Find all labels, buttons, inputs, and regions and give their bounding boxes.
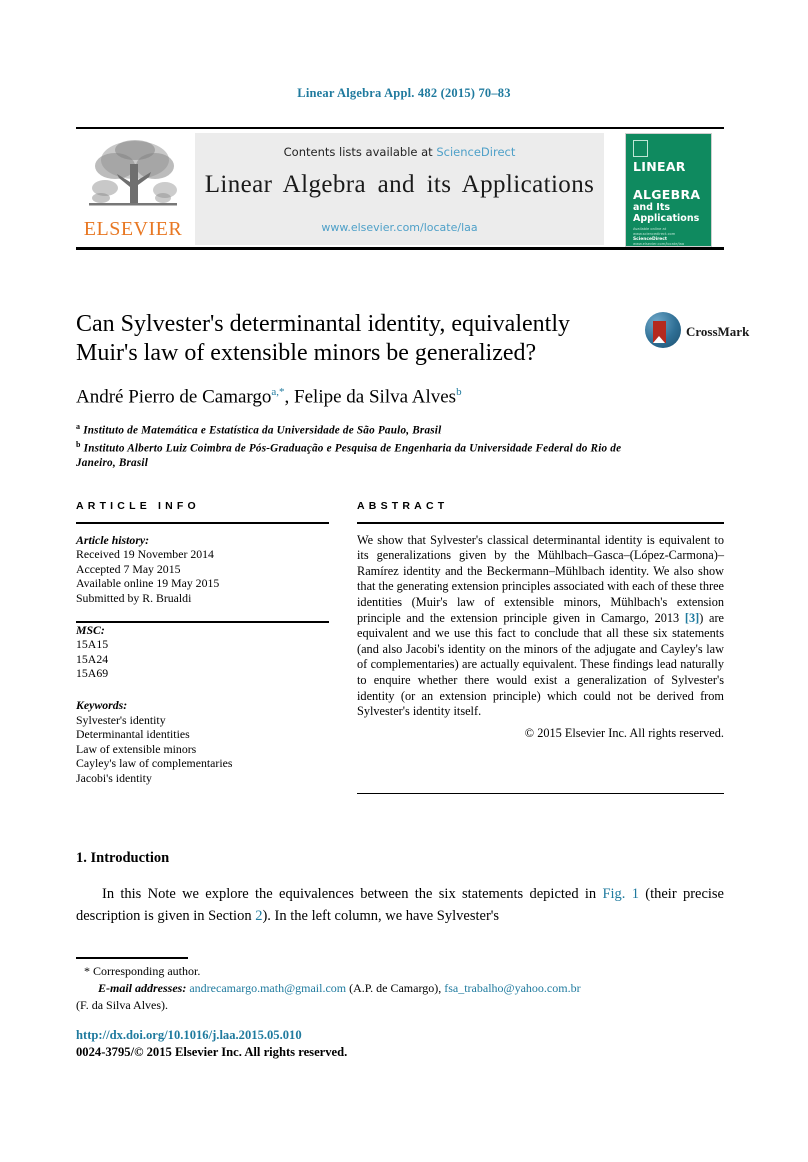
msc-code-1: 15A15 [76,637,109,652]
cover-title-line1: LINEAR [633,159,686,174]
msc-code-2: 15A24 [76,651,109,666]
email-addresses-note: E-mail addresses: andrecamargo.math@gmai… [76,980,724,997]
crossmark-circle-icon [645,312,681,348]
history-available-online: Available online 19 May 2015 [76,576,220,591]
cover-emblem-icon [633,140,648,157]
journal-title: Linear Algebra and its Applications [204,171,595,198]
contents-prefix: Contents lists available at [283,145,433,159]
corresponding-author-note: * Corresponding author. [84,964,201,978]
email-1-owner: (A.P. de Camargo), [346,981,445,995]
history-submitted-by: Submitted by R. Brualdi [76,590,192,605]
abstract-copyright: © 2015 Elsevier Inc. All rights reserved… [524,725,724,740]
running-head: Linear Algebra Appl. 482 (2015) 70–83 [297,86,511,100]
intro-part-3: ). In the left column, we have Sylvester… [262,907,500,924]
abstract-text: We show that Sylvester's classical deter… [357,533,724,742]
issn-copyright-line: 0024-3795/© 2015 Elsevier Inc. All right… [76,1045,348,1059]
keywords-label: Keywords: [76,697,128,712]
intro-part-1: In this Note we explore the equivalences… [102,886,603,902]
article-info-rule [76,522,329,524]
abstract-part-1: We show that Sylvester's classical deter… [357,532,724,625]
elsevier-tree-icon [81,136,185,218]
masthead-bottom-rule [76,247,724,250]
author-2-marks[interactable]: b [456,386,462,398]
journal-homepage-link[interactable]: www.elsevier.com/locate/laa [195,221,604,234]
abstract-heading: ABSTRACT [357,500,449,512]
abstract-rule [357,522,724,524]
author-name-2: Felipe da Silva Alves [294,386,457,408]
abstract-citation-link[interactable]: [3] [685,611,699,625]
affiliation-b-mark: b [76,440,81,450]
msc-block: MSC: 15A15 15A24 15A69 [76,623,329,681]
article-info-heading: ARTICLE INFO [76,500,200,512]
keywords-block: Keywords: Sylvester's identity Determina… [76,698,329,786]
intro-paragraph-text: In this Note we explore the equivalences… [76,884,724,927]
article-history-label: Article history: [76,532,150,547]
introduction-paragraph: In this Note we explore the equivalences… [76,884,724,927]
affiliations: a Instituto de Matemática e Estatística … [76,420,636,471]
contents-panel: Contents lists available at ScienceDirec… [195,133,604,245]
keyword-2: Determinantal identities [76,727,190,742]
email-2-owner: (F. da Silva Alves). [76,998,169,1012]
author-list: André Pierro de Camargoa,*, Felipe da Si… [76,386,676,408]
cover-title-line2: ALGEBRA [633,187,701,202]
elsevier-wordmark: ELSEVIER [83,218,183,240]
sciencedirect-link[interactable]: ScienceDirect [436,145,515,159]
crossmark-book-icon [653,321,666,343]
title-line-1: Can Sylvester's determinantal identity, … [76,311,570,337]
cover-footer: Available online at www.sciencedirect.co… [633,227,705,246]
paper-page: Linear Algebra Appl. 482 (2015) 70–83 EL… [0,0,808,1162]
crossmark-badge[interactable]: CrossMark [645,310,749,350]
masthead-top-rule [76,127,724,129]
cover-title-line3: and Its Applications [633,202,700,224]
author-name-1: André Pierro de Camargo [76,386,272,408]
article-info-column: ARTICLE INFO Article history: Received 1… [76,500,329,786]
doi-link[interactable]: http://dx.doi.org/10.1016/j.laa.2015.05.… [76,1028,302,1043]
abstract-column: ABSTRACT We show that Sylvester's classi… [357,500,724,741]
section-heading-introduction: 1. Introduction [76,850,170,866]
footnote-block: * Corresponding author. E-mail addresses… [76,963,724,1014]
affiliation-a-text: Instituto de Matemática e Estatística da… [83,424,442,437]
cover-footer-small: Available online at www.sciencedirect.co… [633,227,676,236]
article-history-bottom-rule [76,621,329,623]
email-addresses-label: E-mail addresses: [98,981,187,995]
author-separator: , [284,386,295,408]
email-link-1[interactable]: andrecamargo.math@gmail.com [189,981,346,995]
article-history: Article history: Received 19 November 20… [76,533,329,606]
email-link-2[interactable]: fsa_trabalho@yahoo.com.br [444,981,580,995]
journal-cover-thumbnail[interactable]: LINEAR ALGEBRA and Its Applications Avai… [625,133,712,247]
figure-1-link[interactable]: Fig. 1 [602,886,639,902]
history-received: Received 19 November 2014 [76,547,214,562]
crossmark-label: CrossMark [686,324,750,339]
page-title: Can Sylvester's determinantal identity, … [76,310,628,368]
footnote-rule [76,957,188,959]
history-accepted: Accepted 7 May 2015 [76,561,181,576]
msc-label: MSC: [76,622,105,637]
journal-masthead: ELSEVIER Contents lists available at Sci… [76,127,724,250]
keyword-5: Jacobi's identity [76,770,152,785]
title-line-2: Muir's law of extensible minors be gener… [76,340,537,366]
msc-code-3: 15A69 [76,666,109,681]
abstract-part-2: ) are equivalent and we use this fact to… [357,610,725,719]
elsevier-logo: ELSEVIER [76,133,190,247]
info-abstract-block: ARTICLE INFO Article history: Received 1… [76,500,724,800]
affiliation-a-mark: a [76,422,81,431]
author-1-marks[interactable]: a,* [271,386,284,398]
contents-available-line: Contents lists available at ScienceDirec… [195,145,604,159]
abstract-bottom-rule [357,793,724,795]
keyword-1: Sylvester's identity [76,712,166,727]
keyword-4: Cayley's law of complementaries [76,756,233,771]
keyword-3: Law of extensible minors [76,741,197,756]
cover-footer-tail: www.elsevier.com/locate/laa [633,242,685,246]
affiliation-b-text: Instituto Alberto Luiz Coimbra de Pós-Gr… [76,442,622,470]
